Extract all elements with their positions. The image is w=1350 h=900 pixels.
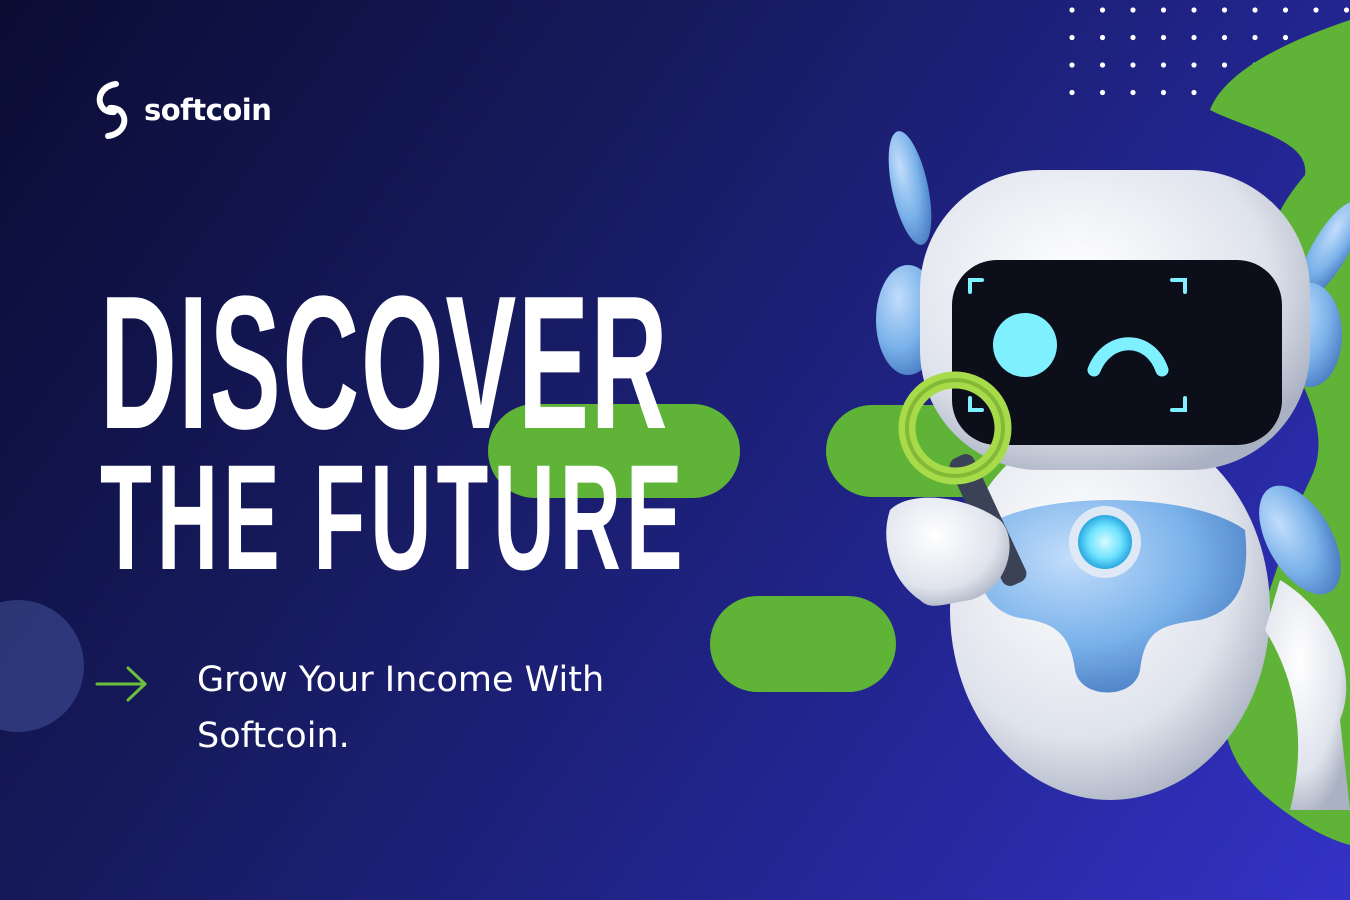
decorative-dot	[1160, 7, 1167, 13]
decorative-dot	[1099, 62, 1106, 68]
headline-line-1: DISCOVER	[100, 257, 670, 469]
brand-logo[interactable]: softcoin	[92, 80, 272, 140]
tagline-text: Grow Your Income With Softcoin.	[197, 660, 605, 756]
decorative-dot	[1130, 62, 1136, 68]
decorative-dot	[1130, 34, 1136, 41]
s-swirl-logo-icon	[96, 81, 128, 139]
headline-line-2: THE FUTURE	[100, 433, 688, 601]
robot-illustration	[876, 131, 1350, 810]
decorative-dot	[1069, 89, 1075, 96]
decorative-circle	[0, 600, 84, 732]
decorative-dot	[1099, 7, 1106, 13]
decorative-dot	[1099, 34, 1106, 41]
brand-name: softcoin	[144, 93, 272, 127]
decorative-dot	[1099, 89, 1106, 96]
decorative-dot	[1160, 89, 1167, 96]
decorative-dot	[1160, 34, 1167, 41]
arrow-right-icon	[95, 666, 147, 702]
decorative-dot	[1160, 62, 1167, 68]
decorative-dot	[1069, 7, 1075, 13]
decorative-dot	[1130, 7, 1136, 13]
decorative-dot	[1069, 62, 1075, 68]
decorative-dot	[1130, 89, 1136, 96]
decorative-dot	[1069, 34, 1075, 41]
